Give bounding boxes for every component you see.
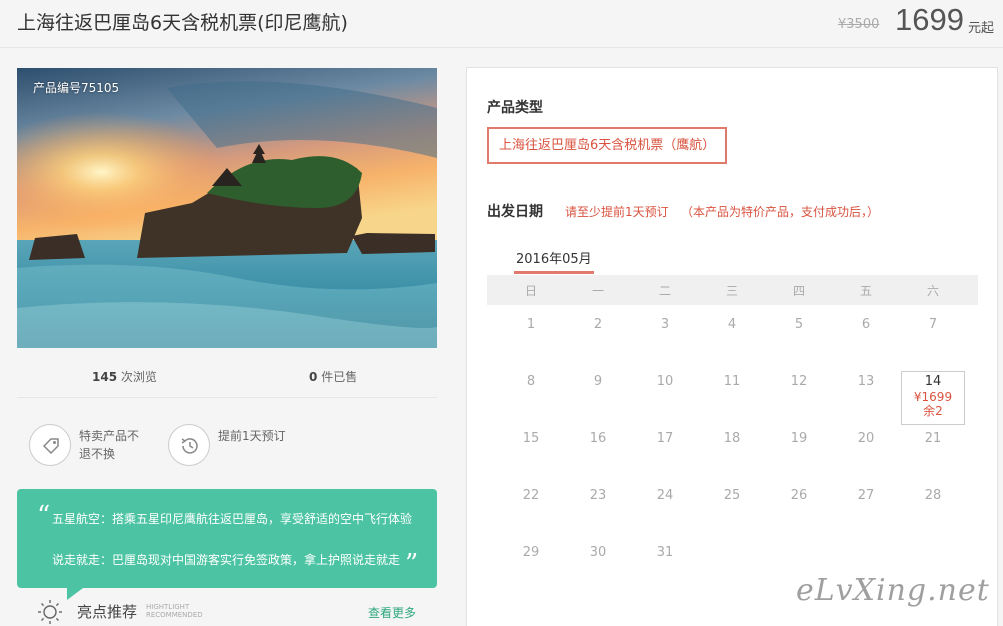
product-type-option[interactable]: 上海往返巴厘岛6天含税机票（鹰航） bbox=[487, 127, 728, 164]
header: 上海往返巴厘岛6天含税机票(印尼鹰航) ¥3500 1699 元起 bbox=[0, 0, 1003, 48]
product-number: 产品编号75105 bbox=[33, 81, 120, 95]
weekday-label: 六 bbox=[926, 284, 939, 298]
calendar-day: 6 bbox=[861, 317, 871, 332]
weekday-label: 日 bbox=[524, 284, 537, 298]
calendar-day: 8 bbox=[526, 374, 536, 389]
calendar-day: 13 bbox=[857, 374, 875, 389]
calendar-day: 25 bbox=[723, 488, 741, 503]
bali-temple-sunset-image bbox=[17, 68, 437, 348]
highlight-line-1: 五星航空：搭乘五星印尼鹰航往返巴厘岛，享受舒适的空中飞行体验 bbox=[52, 512, 413, 526]
calendar-day: 31 bbox=[656, 545, 674, 560]
calendar-day: 30 bbox=[589, 545, 607, 560]
calendar-day: 21 bbox=[924, 431, 942, 446]
calendar-day: 16 bbox=[589, 431, 607, 446]
calendar-day: 15 bbox=[522, 431, 540, 446]
weekday-label: 二 bbox=[658, 284, 671, 298]
weekday-label: 四 bbox=[792, 284, 805, 298]
price-unit: 元起 bbox=[968, 21, 995, 36]
view-more-link[interactable]: 查看更多 bbox=[368, 604, 416, 621]
feature-text: 提前1天预订 bbox=[218, 429, 286, 443]
advance-note: 请至少提前1天预订 bbox=[565, 205, 669, 219]
calendar-day: 9 bbox=[593, 374, 603, 389]
calendar-day: 1 bbox=[526, 317, 536, 332]
product-stats: 145 次浏览 0 件已售 bbox=[17, 362, 437, 398]
highlights-title: 亮点推荐 bbox=[77, 603, 138, 621]
feature-text: 特卖产品不退不换 bbox=[79, 429, 140, 461]
departure-date-label: 出发日期 bbox=[487, 204, 543, 220]
sold-count: 0 件已售 bbox=[309, 370, 358, 384]
calendar-day: 7 bbox=[928, 317, 938, 332]
view-count: 145 次浏览 bbox=[92, 370, 157, 384]
calendar-day: 27 bbox=[857, 488, 875, 503]
original-price: ¥3500 bbox=[838, 17, 880, 32]
calendar-day: 5 bbox=[794, 317, 804, 332]
calendar-day: 18 bbox=[723, 431, 741, 446]
highlight-quote-box: “ 五星航空：搭乘五星印尼鹰航往返巴厘岛，享受舒适的空中飞行体验 说走就走：巴厘… bbox=[17, 489, 437, 600]
calendar-day: 28 bbox=[924, 488, 942, 503]
calendar-day-selected[interactable]: 14 ¥1699 余2 bbox=[901, 371, 965, 425]
calendar-day: 10 bbox=[656, 374, 674, 389]
calendar-day: 19 bbox=[790, 431, 808, 446]
weekday-label: 一 bbox=[591, 284, 604, 298]
tag-icon bbox=[29, 424, 71, 466]
calendar-day: 29 bbox=[522, 545, 540, 560]
booking-panel: 产品类型 上海往返巴厘岛6天含税机票（鹰航） 出发日期 请至少提前1天预订 （本… bbox=[466, 67, 998, 626]
close-quote-icon: ” bbox=[405, 549, 419, 579]
sun-icon bbox=[38, 600, 62, 624]
product-image[interactable]: 产品编号75105 bbox=[17, 68, 437, 348]
current-price: 1699 bbox=[895, 2, 964, 37]
calendar-day: 20 bbox=[857, 431, 875, 446]
calendar-day: 12 bbox=[790, 374, 808, 389]
calendar-day: 22 bbox=[522, 488, 540, 503]
calendar-day: 17 bbox=[656, 431, 674, 446]
open-quote-icon: “ bbox=[37, 501, 51, 531]
calendar-day: 4 bbox=[727, 317, 737, 332]
calendar-day: 26 bbox=[790, 488, 808, 503]
calendar-day: 11 bbox=[723, 374, 741, 389]
weekday-header: 日一二三四五六 bbox=[487, 275, 978, 305]
weekday-label: 五 bbox=[859, 284, 872, 298]
clock-history-icon bbox=[168, 424, 210, 466]
calendar-day: 3 bbox=[660, 317, 670, 332]
page-title: 上海往返巴厘岛6天含税机票(印尼鹰航) bbox=[17, 12, 348, 34]
weekday-label: 三 bbox=[725, 284, 738, 298]
calendar-day: 2 bbox=[593, 317, 603, 332]
speech-tail bbox=[67, 588, 83, 600]
highlights-subtitle: HIGHTLIGHT RECOMMENDED bbox=[146, 603, 203, 619]
highlight-line-2: 说走就走：巴厘岛现对中国游客实行免签政策，拿上护照说走就走 bbox=[52, 553, 401, 567]
special-note: （本产品为特价产品，支付成功后，） bbox=[681, 205, 880, 219]
calendar-day: 23 bbox=[589, 488, 607, 503]
product-type-label: 产品类型 bbox=[487, 100, 543, 116]
month-tab-underline bbox=[514, 271, 594, 274]
calendar-month-tab[interactable]: 2016年05月 bbox=[516, 248, 592, 267]
calendar-day: 24 bbox=[656, 488, 674, 503]
watermark: eLvXing.net bbox=[796, 573, 990, 608]
